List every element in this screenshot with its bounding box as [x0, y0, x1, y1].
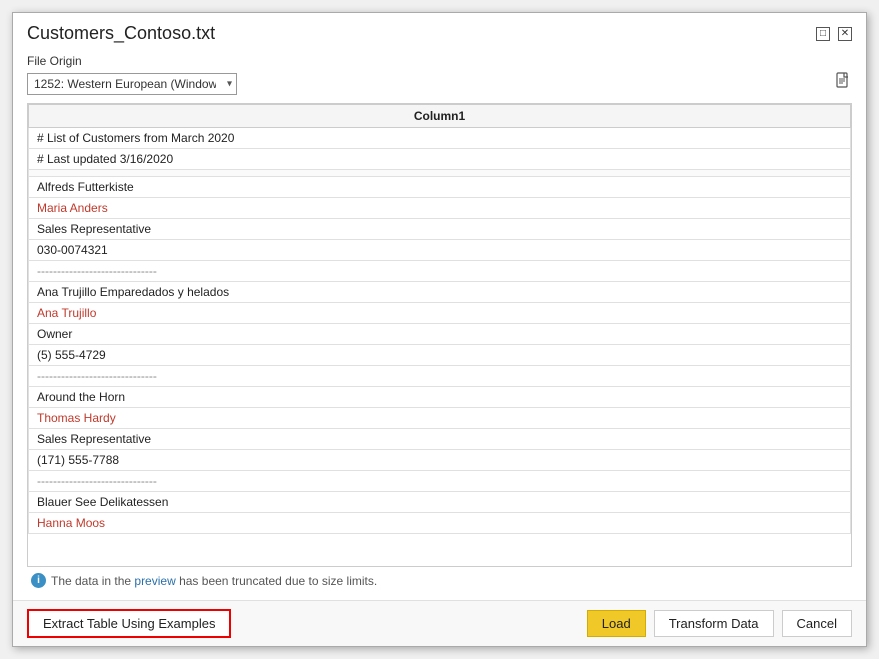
table-cell: Maria Anders: [29, 198, 851, 219]
table-cell: Alfreds Futterkiste: [29, 177, 851, 198]
table-row: Blauer See Delikatessen: [29, 492, 851, 513]
transform-data-button[interactable]: Transform Data: [654, 610, 774, 637]
table-row: Sales Representative: [29, 219, 851, 240]
file-origin-select[interactable]: 1252: Western European (Windows) 65001: …: [27, 73, 237, 95]
table-cell: Hanna Moos: [29, 513, 851, 534]
title-bar-controls: □ ✕: [816, 27, 852, 41]
table-row: Owner: [29, 324, 851, 345]
table-row: Maria Anders: [29, 198, 851, 219]
content-area: File Origin 1252: Western European (Wind…: [13, 50, 866, 600]
load-button[interactable]: Load: [587, 610, 646, 637]
main-dialog: Customers_Contoso.txt □ ✕ File Origin 12…: [12, 12, 867, 647]
table-cell: Thomas Hardy: [29, 408, 851, 429]
info-text: The data in the preview has been truncat…: [51, 574, 377, 588]
table-row: [29, 170, 851, 177]
table-cell: Ana Trujillo: [29, 303, 851, 324]
table-row: Sales Representative: [29, 429, 851, 450]
table-row: (171) 555-7788: [29, 450, 851, 471]
table-cell: 030-0074321: [29, 240, 851, 261]
table-cell: [29, 170, 851, 177]
table-row: # List of Customers from March 2020: [29, 128, 851, 149]
data-table: Column1 # List of Customers from March 2…: [28, 104, 851, 534]
table-cell: ------------------------------: [29, 261, 851, 282]
table-row: (5) 555-4729: [29, 345, 851, 366]
table-cell: # List of Customers from March 2020: [29, 128, 851, 149]
file-origin-row: 1252: Western European (Windows) 65001: …: [27, 72, 852, 95]
table-row: Ana Trujillo Emparedados y helados: [29, 282, 851, 303]
table-row: Hanna Moos: [29, 513, 851, 534]
table-cell: Blauer See Delikatessen: [29, 492, 851, 513]
title-bar: Customers_Contoso.txt □ ✕: [13, 13, 866, 50]
dialog-title: Customers_Contoso.txt: [27, 23, 215, 44]
table-row: # Last updated 3/16/2020: [29, 149, 851, 170]
table-row: Thomas Hardy: [29, 408, 851, 429]
table-row: Alfreds Futterkiste: [29, 177, 851, 198]
table-row: Around the Horn: [29, 387, 851, 408]
close-button[interactable]: ✕: [838, 27, 852, 41]
table-cell: Around the Horn: [29, 387, 851, 408]
table-row: Ana Trujillo: [29, 303, 851, 324]
table-row: 030-0074321: [29, 240, 851, 261]
file-origin-select-wrapper[interactable]: 1252: Western European (Windows) 65001: …: [27, 73, 237, 95]
column-header: Column1: [29, 105, 851, 128]
table-cell: Sales Representative: [29, 219, 851, 240]
info-icon: i: [31, 573, 46, 588]
footer-left: Extract Table Using Examples: [27, 609, 231, 638]
preview-link[interactable]: preview: [134, 574, 175, 588]
extract-table-button[interactable]: Extract Table Using Examples: [27, 609, 231, 638]
footer-right: Load Transform Data Cancel: [587, 610, 852, 637]
info-bar: i The data in the preview has been trunc…: [27, 567, 852, 594]
table-cell: ------------------------------: [29, 471, 851, 492]
table-cell: (5) 555-4729: [29, 345, 851, 366]
table-cell: Owner: [29, 324, 851, 345]
table-scroll[interactable]: Column1 # List of Customers from March 2…: [28, 104, 851, 566]
table-row: ------------------------------: [29, 366, 851, 387]
file-origin-label: File Origin: [27, 54, 852, 68]
table-wrapper: Column1 # List of Customers from March 2…: [27, 103, 852, 567]
table-cell: (171) 555-7788: [29, 450, 851, 471]
cancel-button[interactable]: Cancel: [782, 610, 852, 637]
file-icon[interactable]: [834, 72, 852, 95]
table-cell: Ana Trujillo Emparedados y helados: [29, 282, 851, 303]
table-cell: # Last updated 3/16/2020: [29, 149, 851, 170]
table-row: ------------------------------: [29, 471, 851, 492]
minimize-button[interactable]: □: [816, 27, 830, 41]
footer: Extract Table Using Examples Load Transf…: [13, 600, 866, 646]
table-cell: Sales Representative: [29, 429, 851, 450]
table-cell: ------------------------------: [29, 366, 851, 387]
table-row: ------------------------------: [29, 261, 851, 282]
